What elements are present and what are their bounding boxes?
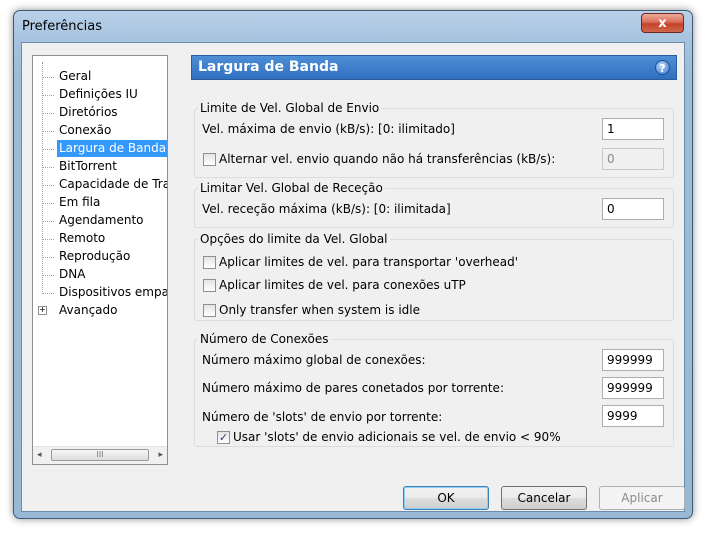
tree-item-remoto[interactable]: Remoto — [57, 230, 107, 247]
page-title: Largura de Banda — [198, 59, 339, 75]
tree-item-capacidade[interactable]: Capacidade de Tran — [57, 176, 167, 193]
tree-item-em-fila[interactable]: Em fila — [57, 194, 102, 211]
tree-item-dna[interactable]: DNA — [57, 266, 87, 283]
tree-item-largura-de-banda[interactable]: Largura de Banda — [57, 140, 167, 157]
tree-connector — [42, 275, 54, 276]
idle-label: Only transfer when system is idle — [219, 303, 420, 317]
download-limit-title: Limitar Vel. Global de Receção — [198, 181, 385, 195]
upload-limit-title: Limite de Vel. Global de Envio — [198, 101, 382, 115]
expand-icon[interactable]: + — [38, 306, 47, 315]
tree-connector — [42, 95, 54, 96]
extra-slots-label: Usar 'slots' de envio adicionais se vel.… — [233, 430, 561, 444]
tree-connector — [42, 221, 54, 222]
peers-per-torrent-label: Número máximo de pares conetados por tor… — [202, 381, 504, 395]
alternate-upload-input — [602, 148, 664, 170]
alternate-upload-checkbox[interactable] — [203, 153, 216, 166]
section-header: Largura de Banda ? — [191, 55, 677, 80]
ok-button[interactable]: OK — [403, 486, 489, 510]
peers-per-torrent-input[interactable] — [602, 377, 664, 399]
upload-slots-label: Número de 'slots' de envio por torrente: — [202, 410, 443, 424]
tree-item-conexao[interactable]: Conexão — [57, 122, 113, 139]
tree-connector — [42, 113, 54, 114]
tree-connector — [42, 167, 54, 168]
scroll-thumb[interactable]: III — [51, 449, 149, 461]
scroll-left-icon[interactable]: ◂ — [37, 450, 42, 460]
overhead-checkbox[interactable] — [203, 256, 216, 269]
tree-connector — [42, 77, 54, 78]
extra-slots-checkbox[interactable]: ✓ — [217, 431, 230, 444]
global-options-title: Opções do limite da Vel. Global — [198, 232, 390, 246]
tree-connector — [42, 257, 54, 258]
tree-item-reproducao[interactable]: Reprodução — [57, 248, 132, 265]
alternate-upload-label: Alternar vel. envio quando não há transf… — [219, 152, 556, 166]
tree-item-agendamento[interactable]: Agendamento — [57, 212, 146, 229]
cancel-button[interactable]: Cancelar — [501, 486, 587, 510]
download-max-input[interactable] — [602, 198, 664, 220]
overhead-label: Aplicar limites de vel. para transportar… — [219, 255, 519, 269]
connections-title: Número de Conexões — [198, 332, 331, 346]
tree-item-bittorrent[interactable]: BitTorrent — [57, 158, 119, 175]
tree-connector — [42, 239, 54, 240]
category-tree[interactable]: Geral Definições IU Diretórios Conexão L… — [32, 55, 168, 465]
window-title: Preferências — [22, 19, 103, 34]
tree-horizontal-scrollbar[interactable]: ◂ III ▸ — [33, 446, 167, 464]
close-icon: x — [658, 16, 667, 31]
idle-checkbox[interactable] — [203, 304, 216, 317]
upload-slots-input[interactable] — [602, 405, 664, 427]
tree-connector — [42, 131, 54, 132]
preferences-window: Preferências x Geral Definições IU Diret… — [13, 10, 693, 519]
upload-max-input[interactable] — [602, 118, 664, 140]
scroll-right-icon[interactable]: ▸ — [158, 450, 163, 460]
dialog-client-area: Geral Definições IU Diretórios Conexão L… — [21, 42, 685, 512]
title-bar[interactable]: Preferências x — [14, 11, 692, 43]
tree-item-avancado[interactable]: Avançado — [57, 302, 119, 319]
tree-item-geral[interactable]: Geral — [57, 68, 93, 85]
close-button[interactable]: x — [641, 13, 684, 33]
tree-connector — [42, 185, 54, 186]
global-connections-input[interactable] — [602, 349, 664, 371]
download-max-label: Vel. receção máxima (kB/s): [0: ilimitad… — [202, 202, 451, 216]
utp-label: Aplicar limites de vel. para conexões uT… — [219, 278, 466, 292]
apply-button: Aplicar — [599, 486, 685, 510]
tree-connector — [42, 293, 54, 294]
tree-item-dispositivos[interactable]: Dispositivos empare — [57, 284, 167, 301]
utp-checkbox[interactable] — [203, 279, 216, 292]
help-icon[interactable]: ? — [655, 60, 670, 75]
upload-max-label: Vel. máxima de envio (kB/s): [0: ilimita… — [202, 122, 455, 136]
tree-connector — [42, 203, 54, 204]
global-connections-label: Número máximo global de conexões: — [202, 353, 426, 367]
tree-connector — [42, 149, 54, 150]
tree-item-definicoes-iu[interactable]: Definições IU — [57, 86, 140, 103]
tree-item-diretorios[interactable]: Diretórios — [57, 104, 120, 121]
